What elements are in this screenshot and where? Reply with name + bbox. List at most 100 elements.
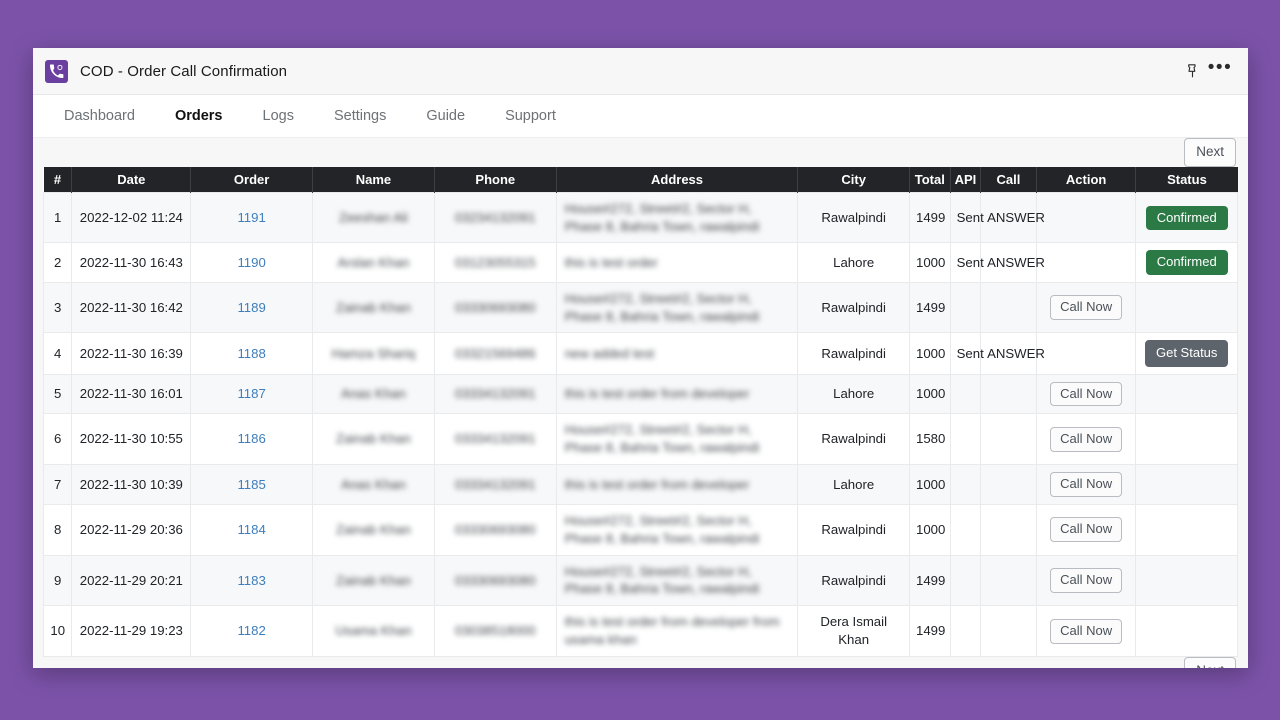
cell-total: 1000 [910, 243, 951, 282]
cell-phone: 03330693080 [434, 555, 556, 606]
cell-status [1136, 465, 1238, 505]
cell-customer-name: Zainab Khan [313, 505, 435, 556]
cell-customer-name: Anas Khan [313, 374, 435, 414]
cell-total: 1499 [910, 555, 951, 606]
call-now-button[interactable]: Call Now [1050, 472, 1122, 497]
cell-city: Rawalpindi [798, 555, 910, 606]
cell-total: 1499 [910, 606, 951, 657]
cell-status [1136, 414, 1238, 465]
nav-item-orders[interactable]: Orders [156, 102, 242, 130]
get-status-button[interactable]: Get Status [1145, 340, 1228, 366]
cell-action [1036, 333, 1136, 374]
order-link[interactable]: 1184 [237, 522, 265, 537]
order-link[interactable]: 1191 [237, 210, 265, 225]
redacted-phone: 03334132091 [441, 385, 550, 403]
next-button-top[interactable]: Next [1184, 138, 1236, 167]
nav-item-support[interactable]: Support [486, 102, 575, 130]
more-options-icon[interactable]: ••• [1206, 57, 1234, 85]
app-window: COD - Order Call Confirmation ••• Dashbo… [33, 48, 1248, 668]
cell-status[interactable]: Get Status [1136, 333, 1238, 374]
pin-icon[interactable] [1178, 57, 1206, 85]
order-link[interactable]: 1187 [237, 386, 265, 401]
col-total: Total [910, 167, 951, 193]
order-link[interactable]: 1188 [237, 346, 265, 361]
cell-order-link[interactable]: 1191 [191, 192, 313, 243]
orders-table-body: 12022-12-02 11:241191Zeeshan Ali03234132… [44, 192, 1238, 656]
cell-order-link[interactable]: 1182 [191, 606, 313, 657]
redacted-name: Zainab Khan [319, 430, 428, 448]
cell-order-link[interactable]: 1186 [191, 414, 313, 465]
redacted-address: this is test order [563, 254, 792, 272]
order-link[interactable]: 1182 [237, 623, 265, 638]
nav-item-logs[interactable]: Logs [244, 102, 313, 130]
nav-item-guide[interactable]: Guide [407, 102, 484, 130]
cell-status [1136, 374, 1238, 414]
call-now-button[interactable]: Call Now [1050, 619, 1122, 644]
table-row: 32022-11-30 16:421189Zainab Khan03330693… [44, 282, 1238, 333]
order-link[interactable]: 1190 [237, 255, 265, 270]
cell-city: Lahore [798, 465, 910, 505]
cell-city: Lahore [798, 374, 910, 414]
cell-call-result [981, 465, 1037, 505]
cell-date: 2022-11-30 16:43 [72, 243, 191, 282]
cell-call-result [981, 555, 1037, 606]
cell-action[interactable]: Call Now [1036, 282, 1136, 333]
table-row: 52022-11-30 16:011187Anas Khan0333413209… [44, 374, 1238, 414]
redacted-name: Anas Khan [319, 385, 428, 403]
col-order: Order [191, 167, 313, 193]
redacted-address: new added test [563, 345, 792, 363]
order-link[interactable]: 1189 [237, 300, 265, 315]
cell-index: 4 [44, 333, 72, 374]
table-row: 42022-11-30 16:391188Hamza Shariq0332156… [44, 333, 1238, 374]
order-link[interactable]: 1183 [237, 573, 265, 588]
cell-order-link[interactable]: 1183 [191, 555, 313, 606]
col-address: Address [556, 167, 798, 193]
cell-phone: 03334132091 [434, 414, 556, 465]
cell-order-link[interactable]: 1185 [191, 465, 313, 505]
call-now-button[interactable]: Call Now [1050, 427, 1122, 452]
cell-action[interactable]: Call Now [1036, 555, 1136, 606]
cell-order-link[interactable]: 1188 [191, 333, 313, 374]
cell-city: Rawalpindi [798, 333, 910, 374]
cell-status [1136, 282, 1238, 333]
cell-phone: 03038518000 [434, 606, 556, 657]
redacted-name: Hamza Shariq [319, 345, 428, 363]
cell-action [1036, 192, 1136, 243]
cell-date: 2022-12-02 11:24 [72, 192, 191, 243]
cell-action[interactable]: Call Now [1036, 505, 1136, 556]
cell-order-link[interactable]: 1184 [191, 505, 313, 556]
cell-order-link[interactable]: 1189 [191, 282, 313, 333]
cell-address: this is test order from developer [556, 465, 798, 505]
call-now-button[interactable]: Call Now [1050, 295, 1122, 320]
cell-action[interactable]: Call Now [1036, 414, 1136, 465]
next-button-bottom[interactable]: Next [1184, 657, 1236, 668]
cell-api-status [950, 505, 980, 556]
cell-address: this is test order from developer [556, 374, 798, 414]
primary-nav: Dashboard Orders Logs Settings Guide Sup… [33, 95, 1248, 138]
cell-order-link[interactable]: 1187 [191, 374, 313, 414]
table-row: 22022-11-30 16:431190Arslan Khan03123055… [44, 243, 1238, 282]
cell-action[interactable]: Call Now [1036, 374, 1136, 414]
cell-phone: 03330693080 [434, 282, 556, 333]
call-now-button[interactable]: Call Now [1050, 568, 1122, 593]
cell-status: Confirmed [1136, 192, 1238, 243]
cell-action[interactable]: Call Now [1036, 606, 1136, 657]
cell-date: 2022-11-29 20:36 [72, 505, 191, 556]
cell-action[interactable]: Call Now [1036, 465, 1136, 505]
order-link[interactable]: 1185 [237, 477, 265, 492]
call-now-button[interactable]: Call Now [1050, 517, 1122, 542]
order-link[interactable]: 1186 [237, 431, 265, 446]
call-now-button[interactable]: Call Now [1050, 382, 1122, 407]
redacted-phone: 03123055315 [441, 254, 550, 272]
cell-customer-name: Hamza Shariq [313, 333, 435, 374]
cell-order-link[interactable]: 1190 [191, 243, 313, 282]
cell-index: 8 [44, 505, 72, 556]
nav-item-dashboard[interactable]: Dashboard [45, 102, 154, 130]
col-status: Status [1136, 167, 1238, 193]
redacted-name: Usama Khan [319, 622, 428, 640]
cell-customer-name: Zainab Khan [313, 555, 435, 606]
cell-api-status [950, 282, 980, 333]
nav-item-settings[interactable]: Settings [315, 102, 405, 130]
cell-call-result: ANSWER [981, 192, 1037, 243]
cell-total: 1000 [910, 374, 951, 414]
